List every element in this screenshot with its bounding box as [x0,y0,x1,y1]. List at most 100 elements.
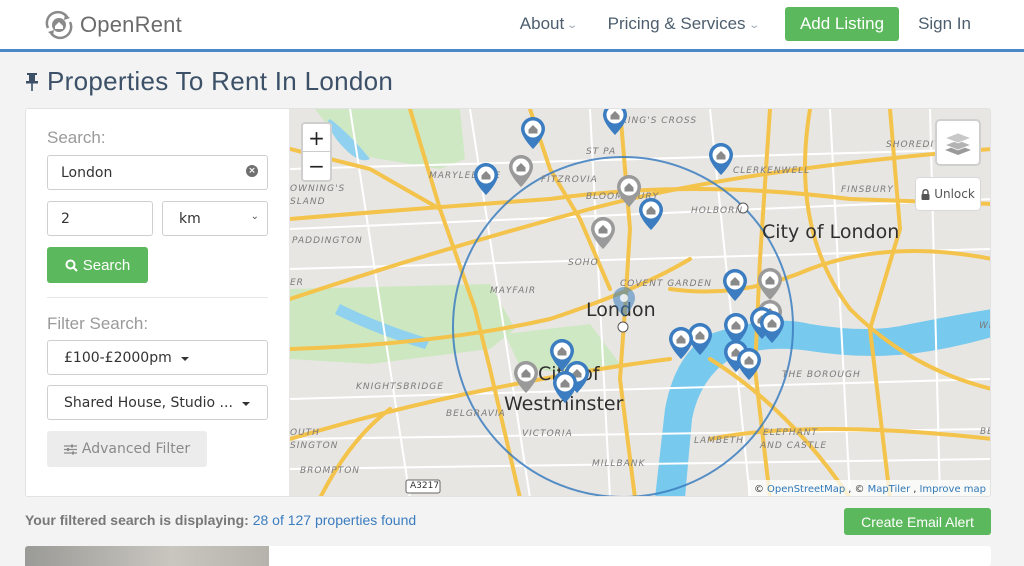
map-view[interactable]: KING'S CROSS SHOREDITCH CLERKENWELL FINS… [290,109,990,496]
maptiler-link[interactable]: MapTiler [868,484,911,495]
unit-value: km [179,210,201,227]
property-marker-icon[interactable] [723,269,747,301]
caret-down-icon [180,356,189,361]
attribution-separator: , © [848,483,865,495]
property-marker-icon[interactable] [737,348,761,380]
results-count[interactable]: 28 of 127 properties found [253,512,416,528]
map-label-and-castle: AND CASTLE [760,441,828,451]
advanced-filter-button[interactable]: Advanced Filter [47,431,207,467]
map-label-paddington: PADDINGTON [292,236,363,246]
search-panel: Search: London × 2 km ⌄ Search Filter Se… [25,108,991,497]
property-marker-icon[interactable] [509,155,533,187]
map-attribution: © OpenStreetMap , © MapTiler, Improve ma… [748,480,990,496]
divider [47,297,268,298]
property-marker-icon[interactable] [553,371,577,403]
pin-icon [26,72,38,91]
map-label-kensington: SINGTON [290,441,339,451]
results-summary: Your filtered search is displaying: 28 o… [25,512,416,528]
caret-down-icon [241,401,250,406]
map-label-knightsbridge: KNIGHTSBRIDGE [356,382,444,392]
search-sidebar: Search: London × 2 km ⌄ Search Filter Se… [26,109,290,496]
openrent-logo[interactable]: OpenRent [42,8,182,42]
map-label-city-of-london: City of London [762,221,900,243]
map-label-ownings: OWNING'S [290,184,346,194]
property-card[interactable] [25,546,991,566]
property-marker-icon[interactable] [709,143,733,175]
search-button[interactable]: Search [47,247,148,283]
property-type-dropdown[interactable]: Shared House, Studio ... [47,385,268,420]
unlock-map-button[interactable]: Unlock [915,177,981,211]
radius-input[interactable]: 2 [47,201,153,236]
zoom-in-button[interactable]: + [303,124,330,152]
improve-map-link[interactable]: Improve map [919,484,986,495]
nav-pricing-label: Pricing & Services [607,14,746,33]
chevron-down-icon: ⌄ [566,19,579,31]
map-label-brompton: BROMPTON [300,466,361,476]
create-email-alert-button[interactable]: Create Email Alert [844,508,991,535]
advanced-filter-label: Advanced Filter [81,441,191,457]
map-label-finsbury: FINSBURY [841,185,894,195]
location-input[interactable]: London × [47,155,268,190]
results-prefix: Your filtered search is displaying: [25,512,249,528]
property-marker-icon[interactable] [591,217,615,249]
property-marker-icon[interactable] [521,117,545,149]
openstreetmap-link[interactable]: OpenStreetMap [767,484,845,495]
page-title: Properties To Rent In London [25,66,393,97]
nav-about-label: About [519,14,565,33]
copyright-symbol: © [754,483,764,495]
search-icon [65,259,78,272]
map-label-elephant: ELEPHANT [763,428,818,438]
map-label-lambeth: LAMBETH [694,436,745,446]
property-marker-icon[interactable] [514,361,538,393]
property-marker-icon[interactable] [760,311,784,343]
property-marker-icon[interactable] [669,327,693,359]
map-label-belgravia: BELGRAVIA [446,409,506,419]
map-label-beri: BERI [980,427,990,437]
top-navbar: OpenRent About ⌄ Pricing & Services ⌄ Ad… [0,0,1024,52]
property-marker-icon[interactable] [639,198,663,230]
property-thumbnail[interactable] [25,546,269,566]
unit-select[interactable]: km ⌄ [162,201,268,236]
property-marker-icon[interactable] [758,268,782,300]
zoom-out-button[interactable]: − [303,152,330,180]
nav-pricing-services[interactable]: Pricing & Services ⌄ [607,14,760,34]
map-label-mayfair: MAYFAIR [490,286,537,296]
map-zoom-control: + − [301,122,332,182]
map-label-the-borough: THE BOROUGH [782,370,861,380]
price-filter-dropdown[interactable]: £100-£2000pm [47,340,268,375]
logo-house-icon [45,10,73,40]
search-label: Search: [47,128,106,147]
nav-about[interactable]: About ⌄ [519,14,579,34]
page-heading: Properties To Rent In London [47,66,394,96]
map-label-wh: WH [979,321,990,331]
map-label-clerkenwell: CLERKENWELL [733,166,811,176]
sliders-icon [63,444,77,454]
property-marker-icon[interactable] [603,109,627,135]
map-label-soho: SOHO [568,258,599,268]
search-button-label: Search [82,256,131,274]
chevron-down-icon: ⌄ [747,19,760,31]
radius-value: 2 [61,210,70,227]
location-value: London [61,164,113,181]
comma: , [913,483,917,495]
main-nav: About ⌄ Pricing & Services ⌄ Add Listing… [520,7,1024,41]
map-label-holborn: HOLBORN [691,206,744,216]
property-marker-icon[interactable] [617,175,641,207]
lock-icon [921,188,930,200]
brand-name: OpenRent [80,12,182,37]
layers-button[interactable] [935,119,981,166]
road-badge-label: A3217 [410,481,440,491]
clear-icon[interactable]: × [246,165,258,177]
add-listing-button[interactable]: Add Listing [784,7,900,41]
property-marker-icon[interactable] [474,163,498,195]
map-label-kings-cross: KING'S CROSS [621,116,698,126]
map-label-er: ER [290,278,304,288]
filter-label: Filter Search: [47,314,149,333]
map-label-st-pancras: ST PA [586,147,617,157]
radius-center-handle[interactable] [617,321,629,333]
sign-in-link[interactable]: Sign In [918,14,971,34]
map-label-millbank: MILLBANK [592,459,646,469]
map-label-island: SLAND [290,197,326,207]
map-label-south: OUTH [290,428,320,438]
property-type-value: Shared House, Studio ... [64,394,233,411]
